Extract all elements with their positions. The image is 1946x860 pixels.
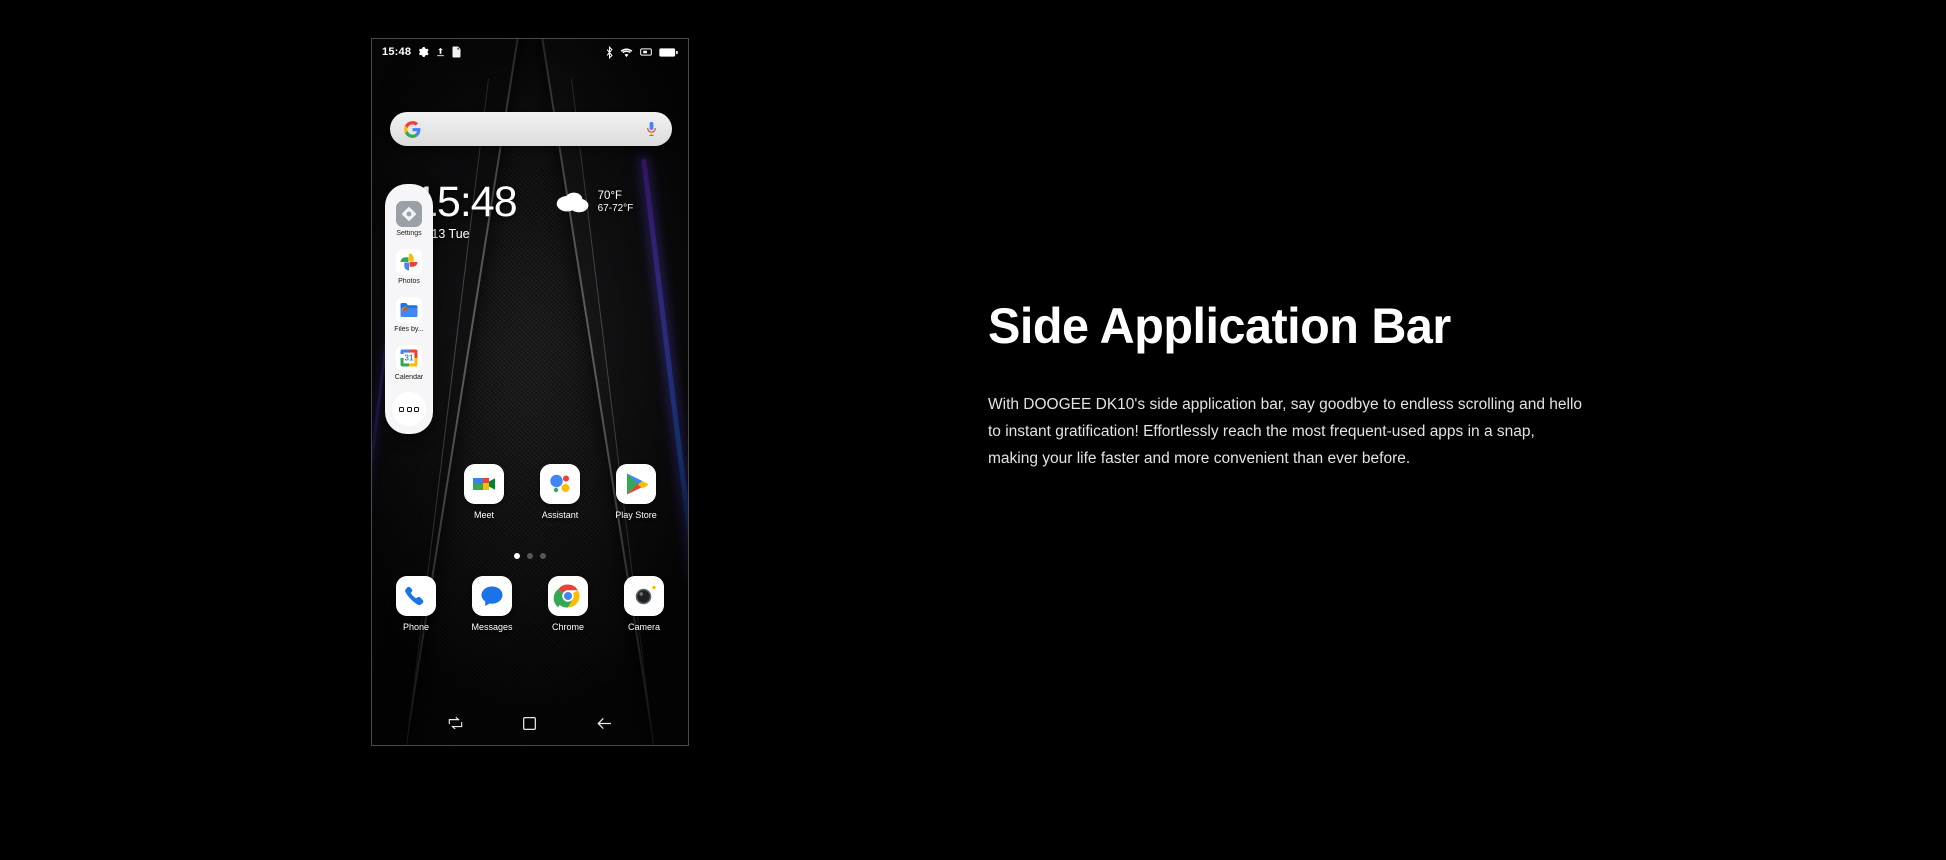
app-messages[interactable]: Messages bbox=[465, 576, 519, 632]
sidebar-item-label: Calendar bbox=[394, 374, 424, 381]
app-label: Messages bbox=[471, 622, 513, 632]
weather-temperature: 70°F bbox=[597, 190, 623, 202]
cloud-icon bbox=[555, 190, 591, 214]
settings-icon bbox=[396, 201, 422, 227]
page-indicator[interactable] bbox=[372, 553, 688, 559]
app-label: Camera bbox=[627, 622, 660, 632]
google-g-icon bbox=[404, 120, 421, 138]
google-assistant-icon bbox=[540, 464, 580, 504]
google-meet-icon bbox=[464, 464, 504, 504]
recents-icon[interactable] bbox=[447, 716, 464, 731]
more-dot bbox=[399, 406, 404, 412]
page-dot[interactable] bbox=[527, 553, 533, 559]
upload-icon bbox=[435, 46, 446, 58]
status-bar: 15:48 bbox=[372, 39, 688, 65]
app-label: Phone bbox=[402, 622, 430, 632]
phone-icon bbox=[396, 576, 436, 616]
more-dot bbox=[406, 406, 412, 412]
app-label: Play Store bbox=[615, 510, 657, 520]
page-dot[interactable] bbox=[540, 553, 546, 559]
side-application-bar[interactable]: Settings Photos Files by... 31 Calendar bbox=[385, 184, 433, 434]
navigation-bar bbox=[372, 701, 688, 745]
sidebar-item-calendar[interactable]: 31 Calendar bbox=[385, 340, 433, 386]
back-arrow-icon[interactable] bbox=[596, 716, 613, 731]
app-label: Assistant bbox=[541, 510, 579, 520]
files-by-google-icon bbox=[396, 297, 422, 323]
home-app-row: Meet Assistant Play Store bbox=[372, 464, 688, 520]
phone-mockup: 15:48 15:48 eb 13 Tue 70°F 67-72°F Setti… bbox=[371, 38, 689, 746]
wifi-icon bbox=[620, 47, 633, 58]
status-bar-clock: 15:48 bbox=[382, 46, 412, 58]
sidebar-item-photos[interactable]: Photos bbox=[385, 244, 433, 290]
weather-text: 70°F 67-72°F bbox=[598, 189, 634, 216]
marketing-copy: Side Application Bar With DOOGEE DK10's … bbox=[988, 300, 1588, 472]
google-play-store-icon bbox=[616, 464, 656, 504]
sidebar-item-settings[interactable]: Settings bbox=[385, 196, 433, 242]
bluetooth-icon bbox=[605, 45, 614, 59]
app-camera[interactable]: Camera bbox=[617, 576, 671, 632]
google-calendar-icon: 31 bbox=[396, 345, 422, 371]
status-bar-right bbox=[605, 45, 678, 59]
sim-card-icon bbox=[452, 46, 461, 58]
sidebar-item-label: Files by... bbox=[394, 326, 424, 333]
vibrate-icon bbox=[639, 47, 653, 57]
status-bar-left: 15:48 bbox=[382, 46, 461, 58]
app-chrome[interactable]: Chrome bbox=[541, 576, 595, 632]
google-search-bar[interactable] bbox=[390, 112, 672, 146]
home-square-icon[interactable] bbox=[522, 716, 537, 731]
app-phone[interactable]: Phone bbox=[389, 576, 443, 632]
google-photos-icon bbox=[396, 249, 422, 275]
weather-widget[interactable]: 70°F 67-72°F bbox=[555, 189, 634, 216]
google-chrome-icon bbox=[548, 576, 588, 616]
dock-app-row: Phone Messages Chrome Camera bbox=[372, 576, 688, 632]
camera-icon bbox=[624, 576, 664, 616]
app-label: Chrome bbox=[551, 622, 584, 632]
page-description: With DOOGEE DK10's side application bar,… bbox=[988, 395, 1583, 467]
sidebar-item-label: Settings bbox=[396, 230, 422, 237]
microphone-icon[interactable] bbox=[645, 121, 658, 138]
weather-range: 67-72°F bbox=[597, 203, 634, 215]
app-play-store[interactable]: Play Store bbox=[609, 464, 663, 520]
battery-icon bbox=[659, 47, 678, 58]
svg-text:31: 31 bbox=[405, 354, 414, 363]
sidebar-item-files[interactable]: Files by... bbox=[385, 292, 433, 338]
app-meet[interactable]: Meet bbox=[457, 464, 511, 520]
page-title: Side Application Bar bbox=[988, 298, 1451, 354]
app-assistant[interactable]: Assistant bbox=[533, 464, 587, 520]
more-apps-icon[interactable] bbox=[392, 392, 426, 426]
google-messages-icon bbox=[472, 576, 512, 616]
app-label: Meet bbox=[473, 510, 494, 520]
gear-icon bbox=[417, 46, 429, 58]
more-dot bbox=[414, 406, 419, 412]
page-dot-active[interactable] bbox=[514, 553, 520, 559]
sidebar-item-label: Photos bbox=[398, 278, 420, 285]
